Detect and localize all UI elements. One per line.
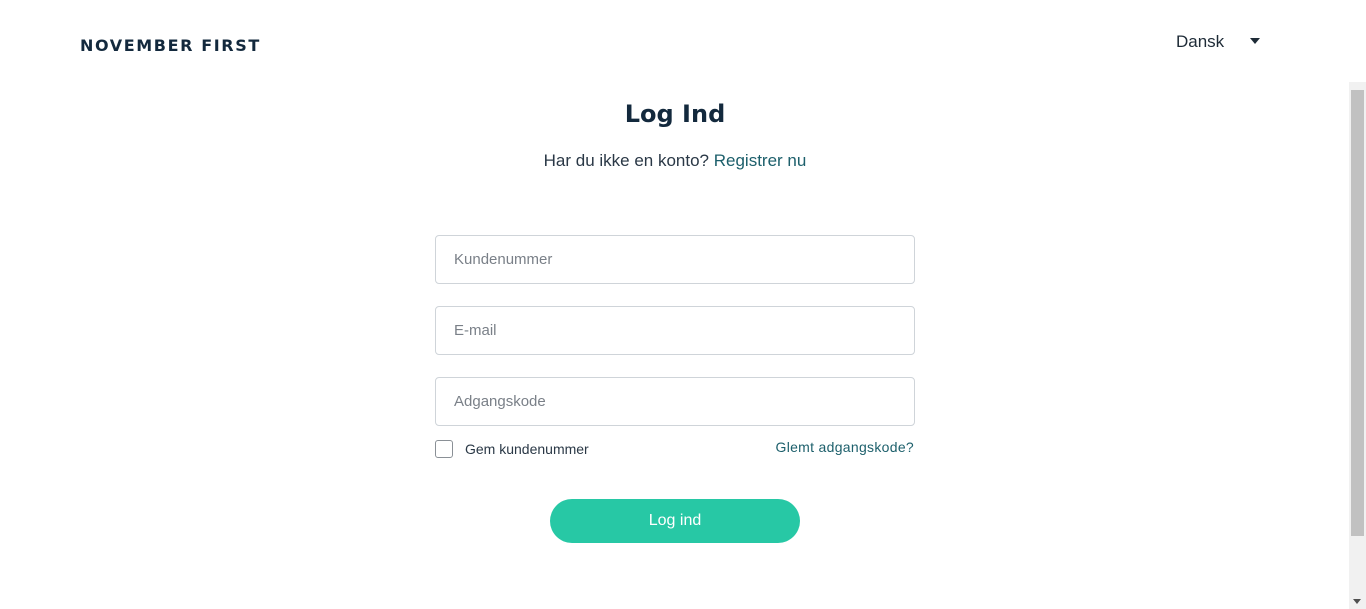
language-label: Dansk (1176, 32, 1225, 51)
scrollbar-thumb[interactable] (1351, 90, 1364, 536)
email-input[interactable] (435, 306, 915, 355)
remember-label: Gem kundenummer (465, 441, 589, 457)
forgot-password-link[interactable]: Glemt adgangskode? (776, 439, 915, 455)
remember-customer-number[interactable]: Gem kundenummer (435, 440, 589, 458)
scroll-down-arrow-icon[interactable] (1353, 599, 1361, 604)
register-prompt: Har du ikke en konto? Registrer nu (0, 151, 1350, 171)
brand-logo[interactable]: NOVEMBER FIRST (80, 36, 261, 55)
password-input[interactable] (435, 377, 915, 426)
register-link[interactable]: Registrer nu (714, 151, 807, 170)
language-selector[interactable]: Dansk (1176, 32, 1261, 52)
register-prompt-text: Har du ikke en konto? (543, 151, 710, 170)
login-button[interactable]: Log ind (550, 499, 800, 543)
page-scrollbar[interactable] (1349, 82, 1366, 609)
page-title: Log Ind (624, 100, 726, 128)
login-page: NOVEMBER FIRST Dansk Log Ind Har du ikke… (0, 0, 1366, 609)
customer-number-input[interactable] (435, 235, 915, 284)
caret-down-icon (1250, 38, 1261, 44)
remember-checkbox[interactable] (435, 440, 453, 458)
